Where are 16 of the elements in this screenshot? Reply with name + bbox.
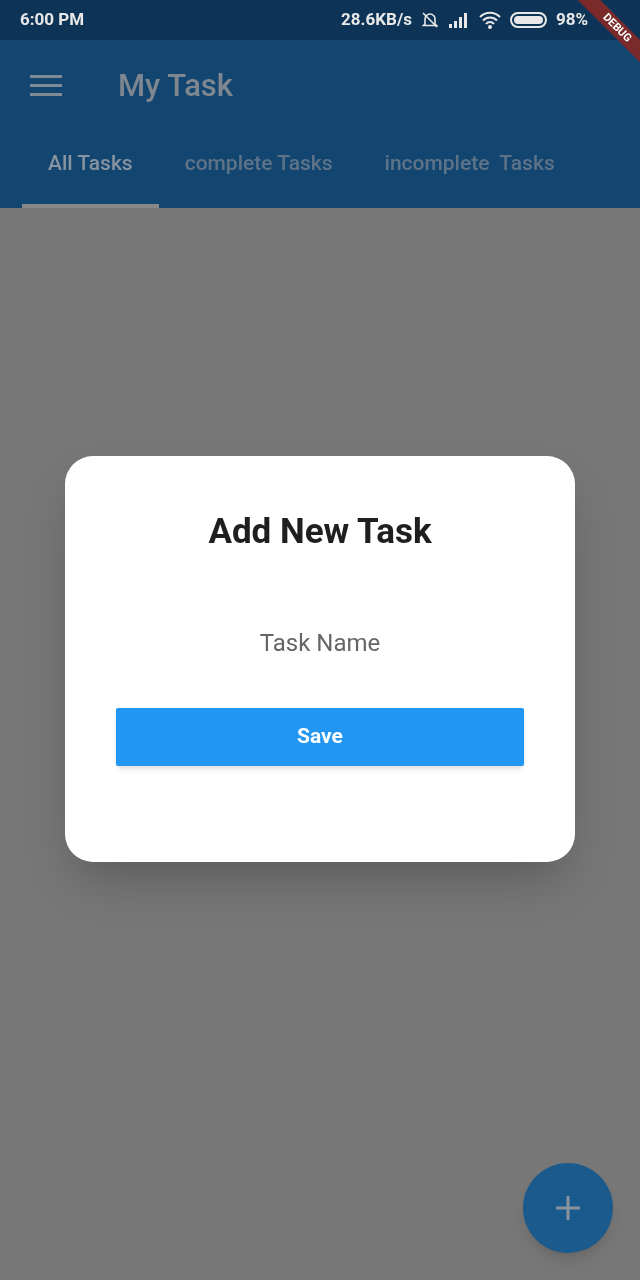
wifi-icon <box>477 11 502 29</box>
save-button[interactable]: Save <box>116 707 524 766</box>
plus-icon <box>555 1195 581 1221</box>
status-time: 6:00 PM <box>20 8 85 32</box>
tab[interactable]: All Tasks <box>22 132 159 208</box>
dialog-title: Add New Task <box>208 510 432 554</box>
task-name-field[interactable]: Task Name <box>120 622 520 663</box>
battery-level: 98% <box>555 8 588 32</box>
tab[interactable]: complete Tasks <box>158 132 359 208</box>
signal-icon <box>447 11 470 29</box>
muted-bell-icon <box>419 10 440 30</box>
tab[interactable]: incomplete Tasks <box>358 132 581 208</box>
menu-icon[interactable] <box>30 75 62 97</box>
battery-icon <box>509 11 548 29</box>
network-speed: 28.6KB/s <box>341 8 412 32</box>
app-title: My Task <box>118 65 233 106</box>
